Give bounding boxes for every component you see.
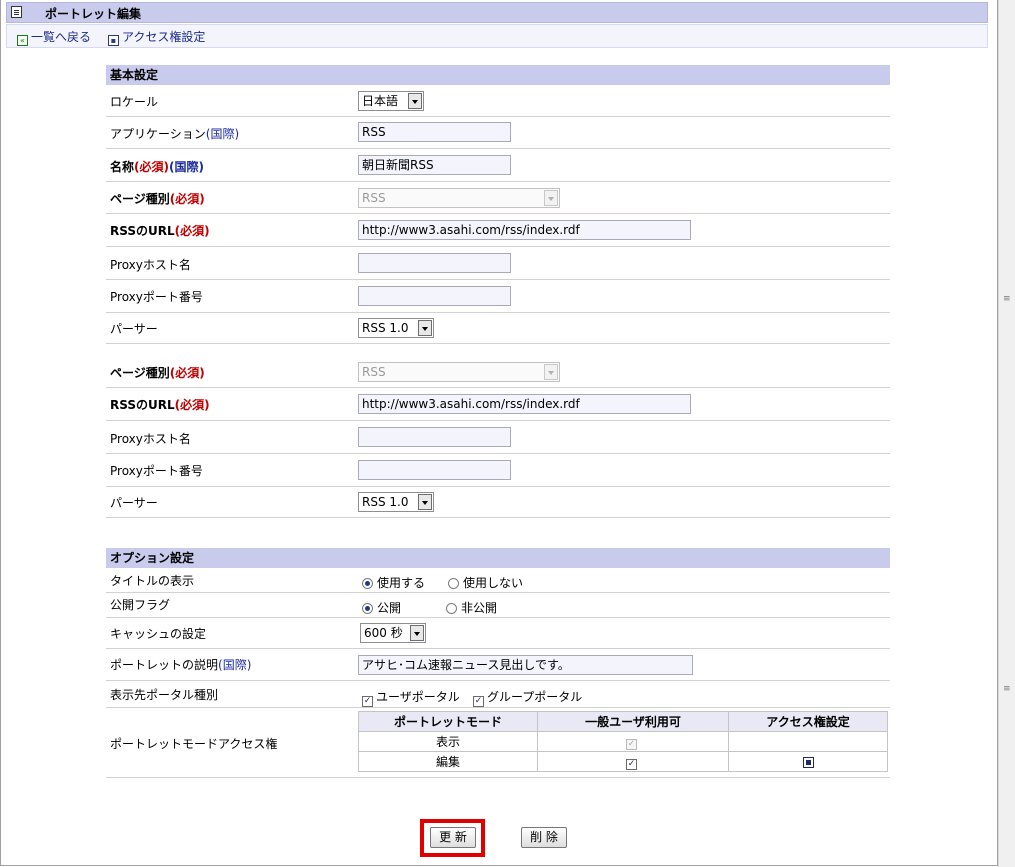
cache-select[interactable]: 600 秒 (360, 623, 426, 643)
cache-row: キャッシュの設定 (106, 618, 890, 649)
table-header-row: ポートレットモード 一般ユーザ利用可 アクセス権設定 (358, 711, 888, 732)
access-setting-cell[interactable] (728, 751, 888, 772)
checkmark-icon: ✓ (473, 696, 484, 707)
public-flag-label: 公開フラグ (110, 598, 171, 612)
radio-selected-icon (362, 603, 373, 614)
page-type-select-2: RSS (358, 362, 560, 382)
page-title: ポートレット編集 (45, 7, 142, 21)
back-to-list-label: 一覧へ戻る (31, 30, 92, 44)
portal-type-label: 表示先ポータル種別 (110, 688, 219, 702)
public-flag-row: 公開フラグ (106, 593, 890, 618)
chevron-down-icon (418, 320, 432, 336)
access-settings-icon[interactable] (802, 756, 814, 768)
access-setting-cell (728, 731, 888, 752)
locale-label: ロケール (110, 95, 159, 109)
nav-bar: «一覧へ戻る ▪ アクセス権設定 (6, 24, 988, 48)
parser-row-1: パーサー (106, 313, 890, 344)
proxy-port-input-2[interactable] (358, 460, 511, 480)
scroll-grip-icon[interactable]: ≡ (1003, 295, 1011, 304)
chevron-down-icon (410, 625, 424, 641)
access-settings-label: アクセス権設定 (122, 30, 206, 44)
parser-select-2[interactable]: RSS 1.0 (358, 492, 434, 512)
col-header-mode: ポートレットモード (358, 711, 538, 732)
application-label: アプリケーション(国際) (110, 127, 240, 141)
chevron-down-icon (544, 364, 558, 380)
rss-url-label-2: RSSのURL(必須) (110, 398, 210, 412)
proxy-host-label-2: Proxyホスト名 (110, 432, 191, 446)
parser-row-2: パーサー (106, 487, 890, 518)
parser-label-2: パーサー (110, 496, 158, 510)
rss-url-input-2[interactable]: http://www3.asahi.com/rss/index.rdf (358, 394, 691, 414)
proxy-host-input-1[interactable] (358, 253, 511, 273)
locale-row: ロケール (106, 86, 890, 117)
radio-icon (446, 603, 457, 614)
radio-selected-icon (362, 578, 373, 589)
chevron-down-icon (408, 93, 422, 109)
cache-label: キャッシュの設定 (110, 627, 207, 641)
private-radio[interactable]: 非公開 (446, 599, 497, 616)
parser-select-1[interactable]: RSS 1.0 (358, 318, 434, 338)
back-to-list-link[interactable]: «一覧へ戻る (17, 28, 91, 46)
double-chevron-left-icon: « (17, 35, 28, 46)
mode-access-table: ポートレットモード 一般ユーザ利用可 アクセス権設定 表示 ✓ 編集 ✓ (358, 711, 888, 772)
scroll-grip-icon-2[interactable]: ≡ (1003, 685, 1011, 694)
page-type-label-2: ページ種別(必須) (110, 366, 205, 380)
intl-link[interactable]: (国際) (218, 658, 251, 672)
checkmark-icon[interactable]: ✓ (626, 759, 637, 770)
group-portal-checkbox[interactable]: ✓ グループポータル (473, 688, 582, 707)
update-button[interactable]: 更 新 (430, 827, 476, 848)
locale-value: 日本語 (362, 94, 399, 108)
name-input[interactable]: 朝日新聞RSS (358, 155, 511, 175)
general-user-cell[interactable]: ✓ (537, 751, 729, 772)
public-radio[interactable]: 公開 (362, 599, 401, 616)
access-settings-link[interactable]: ▪ アクセス権設定 (108, 28, 205, 46)
basic-settings-header: 基本設定 (106, 65, 890, 85)
mode-cell: 表示 (358, 731, 538, 752)
rss-url-input-1[interactable]: http://www3.asahi.com/rss/index.rdf (358, 220, 691, 240)
rss-url-label-1: RSSのURL(必須) (110, 224, 210, 238)
option-settings-header: オプション設定 (106, 548, 890, 568)
checkmark-disabled-icon: ✓ (626, 739, 637, 750)
proxy-host-input-2[interactable] (358, 427, 511, 447)
col-header-access-setting: アクセス権設定 (728, 711, 888, 732)
table-row: 編集 ✓ (358, 751, 888, 772)
general-user-cell: ✓ (537, 731, 729, 752)
parser-label-1: パーサー (110, 322, 158, 336)
mode-access-label: ポートレットモードアクセス権 (110, 737, 278, 751)
proxy-host-label-1: Proxyホスト名 (110, 258, 191, 272)
intl-link[interactable]: (国際) (206, 127, 239, 141)
user-portal-checkbox[interactable]: ✓ ユーザポータル (362, 688, 460, 707)
radio-icon (448, 578, 459, 589)
chevron-down-icon (544, 190, 558, 206)
description-input[interactable]: アサヒ･コム速報ニュース見出しです。 (358, 655, 693, 675)
chevron-down-icon (418, 494, 432, 510)
page-type-select-1: RSS (358, 188, 560, 208)
vertical-scrollbar[interactable]: ≡ ≡ (998, 0, 1015, 867)
checkmark-icon: ✓ (362, 696, 373, 707)
title-bar: ポートレット編集 (6, 2, 988, 23)
proxy-port-input-1[interactable] (358, 286, 511, 306)
table-row: 表示 ✓ (358, 731, 888, 752)
delete-button[interactable]: 削 除 (521, 827, 567, 848)
title-display-label: タイトルの表示 (110, 574, 195, 588)
description-label: ポートレットの説明(国際) (110, 658, 252, 672)
col-header-general-user: 一般ユーザ利用可 (537, 711, 729, 732)
intl-link[interactable]: (国際) (169, 160, 204, 174)
title-display-off-radio[interactable]: 使用しない (448, 574, 523, 591)
proxy-port-label-1: Proxyポート番号 (110, 290, 203, 304)
proxy-port-label-2: Proxyポート番号 (110, 464, 203, 478)
application-input[interactable]: RSS (358, 122, 511, 142)
name-label: 名称(必須)(国際) (110, 160, 204, 174)
locale-select[interactable]: 日本語 (358, 91, 424, 111)
access-settings-icon: ▪ (108, 35, 119, 46)
page-type-label-1: ページ種別(必須) (110, 192, 205, 206)
title-display-on-radio[interactable]: 使用する (362, 574, 425, 591)
mode-cell: 編集 (358, 751, 538, 772)
portlet-document-icon (11, 6, 22, 18)
